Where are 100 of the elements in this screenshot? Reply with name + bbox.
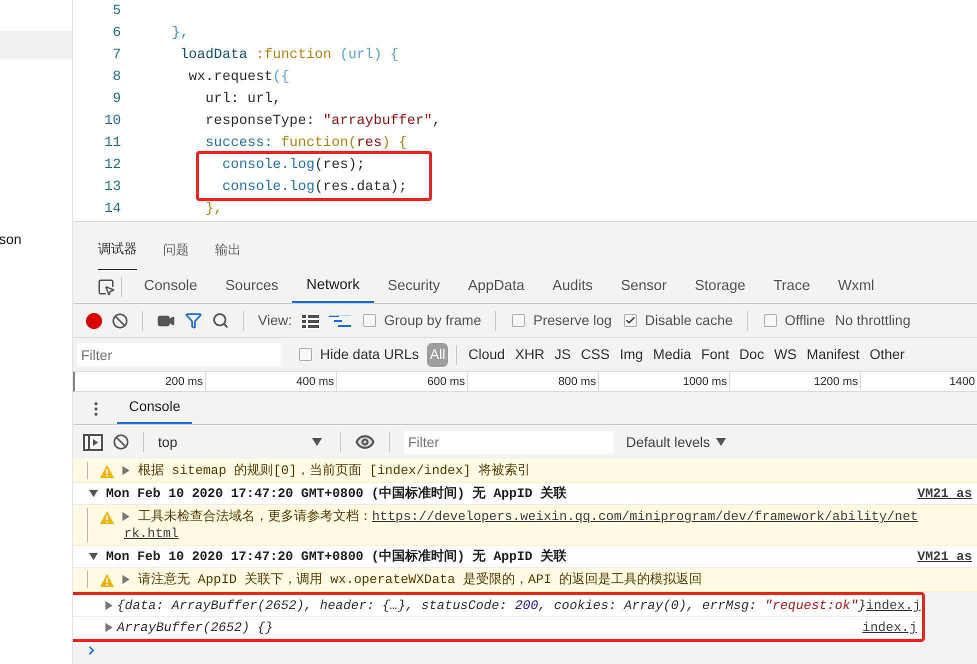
record-button[interactable] [86, 312, 102, 328]
line-number: 13 [103, 178, 121, 196]
sidebar-toggle-icon[interactable] [83, 434, 103, 450]
log-output[interactable]: {data: ArrayBuffer(2652), header: {…}, statusCode: 200, cookies: Array(0), errMsg: "request:ok"} [117, 597, 866, 614]
checkbox[interactable] [764, 314, 777, 327]
devtools-tab[interactable]: Network [292, 270, 374, 303]
warning-text: 请注意无 AppID 关联下，调用 wx.operateWXData 是受限的，API 的返回是工具的模拟返回 [138, 571, 702, 588]
warning-icon [100, 465, 114, 478]
panel-tab[interactable]: 调试器 [98, 238, 137, 270]
type-filter-button[interactable]: Doc [736, 342, 768, 366]
caret-right-icon[interactable] [122, 466, 130, 475]
caret-right-icon[interactable] [105, 601, 113, 610]
throttling-select[interactable]: No throttling [835, 310, 910, 331]
panel-tab[interactable]: 输出 [215, 240, 241, 270]
code-line: loadData :function (url) { [179, 46, 399, 64]
context-select[interactable]: top [158, 432, 326, 452]
code-line: wx.request({ [188, 68, 290, 86]
line-number: 14 [103, 200, 121, 218]
tick-label: 1000 ms [682, 374, 727, 390]
search-icon[interactable] [212, 312, 229, 329]
warning-icon [100, 574, 114, 587]
checkbox-label[interactable]: Disable cache [644, 310, 733, 331]
link[interactable]: rk.html [124, 525, 179, 542]
link[interactable]: https://developers.weixin.qq.com/miniprogram/dev/framework/ability/net [372, 508, 918, 525]
line-number: 11 [103, 134, 121, 152]
tick-label: 1400 [949, 374, 975, 390]
checkbox-label[interactable]: Hide data URLs [320, 344, 419, 365]
tick-label: 200 ms [165, 374, 203, 390]
warning-icon [100, 511, 114, 524]
checkbox[interactable] [362, 314, 376, 327]
checkbox-label[interactable]: Offline [784, 310, 825, 331]
devtools-tab[interactable]: Security [374, 270, 454, 303]
filter-input[interactable]: Filter [77, 343, 281, 366]
checkbox[interactable] [299, 348, 312, 361]
line-number: 7 [112, 46, 121, 64]
clear-icon[interactable] [113, 434, 129, 450]
type-filter-button[interactable]: WS [771, 342, 800, 366]
code-line: responseType: "arraybuffer", [204, 112, 441, 130]
line-number: 12 [103, 156, 121, 174]
console-filter-input[interactable]: Filter [404, 430, 614, 454]
code-line: url: url, [204, 90, 282, 108]
caret-down-icon[interactable] [89, 489, 98, 498]
code-line: console.log(res); [221, 156, 366, 174]
code-line: }, [170, 24, 189, 42]
group-header-text[interactable]: Mon Feb 10 2020 17:47:20 GMT+0800 (中国标准时间) 无 AppID 关联 [106, 548, 566, 565]
devtools-tab[interactable]: Storage [680, 270, 760, 303]
caret-right-icon[interactable] [122, 575, 130, 584]
tick-label: 600 ms [427, 374, 465, 390]
checkbox-label[interactable]: Group by frame [384, 310, 482, 331]
source-link[interactable]: index.j [862, 619, 917, 636]
tick-label: 800 ms [558, 374, 596, 390]
eye-icon[interactable] [355, 432, 375, 452]
caret-right-icon[interactable] [105, 623, 113, 632]
type-filter-button[interactable]: Img [616, 342, 646, 366]
devtools-tab[interactable]: AppData [454, 270, 538, 303]
view-label: View: [258, 311, 292, 330]
checkbox[interactable] [624, 314, 637, 327]
type-filter-button[interactable]: JS [552, 342, 574, 366]
devtools-tab[interactable]: Wxml [824, 270, 888, 303]
type-filter-button[interactable]: CSS [578, 342, 613, 366]
type-filter-button[interactable]: Media [650, 342, 694, 366]
devtools-tab[interactable]: Console [130, 270, 212, 303]
tick-label: 400 ms [296, 374, 334, 390]
warning-text: 工具未检查合法域名，更多请参考文档： [138, 508, 372, 525]
devtools-tab[interactable]: Sources [211, 270, 292, 303]
type-filter-button[interactable]: XHR [512, 342, 548, 366]
type-filter-button[interactable]: Manifest [804, 342, 863, 366]
line-number: 10 [103, 112, 121, 130]
devtools-tab[interactable]: Trace [759, 270, 824, 303]
source-link[interactable]: index.j [866, 597, 921, 614]
checkbox-label[interactable]: Preserve log [533, 310, 612, 331]
source-link[interactable]: VM21 as [917, 548, 972, 565]
caret-right-icon[interactable] [122, 512, 130, 521]
code-line: }, [204, 200, 222, 218]
tick-label: 1200 ms [814, 374, 858, 390]
line-number: 8 [112, 68, 121, 86]
filter-icon[interactable] [185, 312, 202, 329]
line-number: 6 [112, 24, 121, 42]
group-header-text[interactable]: Mon Feb 10 2020 17:47:20 GMT+0800 (中国标准时间) 无 AppID 关联 [106, 485, 566, 502]
drawer-tab[interactable]: Console [117, 396, 192, 424]
warning-text: 根据 sitemap 的规则[0]，当前页面 [index/index] 将被索引 [138, 462, 531, 479]
dropdown-arrow-icon [312, 438, 322, 446]
type-filter-button[interactable]: Cloud [465, 342, 508, 366]
inspect-icon[interactable] [97, 278, 115, 296]
type-filter-button[interactable]: Other [866, 342, 908, 366]
code-line: success: function(res) { [204, 134, 408, 152]
source-link[interactable]: VM21 as [917, 485, 972, 502]
devtools-tab[interactable]: Audits [538, 270, 607, 303]
levels-select[interactable]: Default levels [626, 432, 726, 452]
line-number: 5 [112, 2, 121, 20]
devtools-tab[interactable]: Sensor [606, 270, 681, 303]
waterfall-icon[interactable] [328, 314, 351, 328]
list-view-icon[interactable] [302, 314, 319, 328]
line-number: 9 [112, 90, 121, 108]
log-output[interactable]: ArrayBuffer(2652) {} [117, 619, 274, 636]
checkbox[interactable] [512, 314, 526, 327]
panel-tab[interactable]: 问题 [163, 240, 189, 270]
type-filter-button[interactable]: Font [698, 342, 732, 366]
caret-down-icon[interactable] [89, 552, 98, 561]
clear-icon[interactable] [112, 312, 128, 328]
